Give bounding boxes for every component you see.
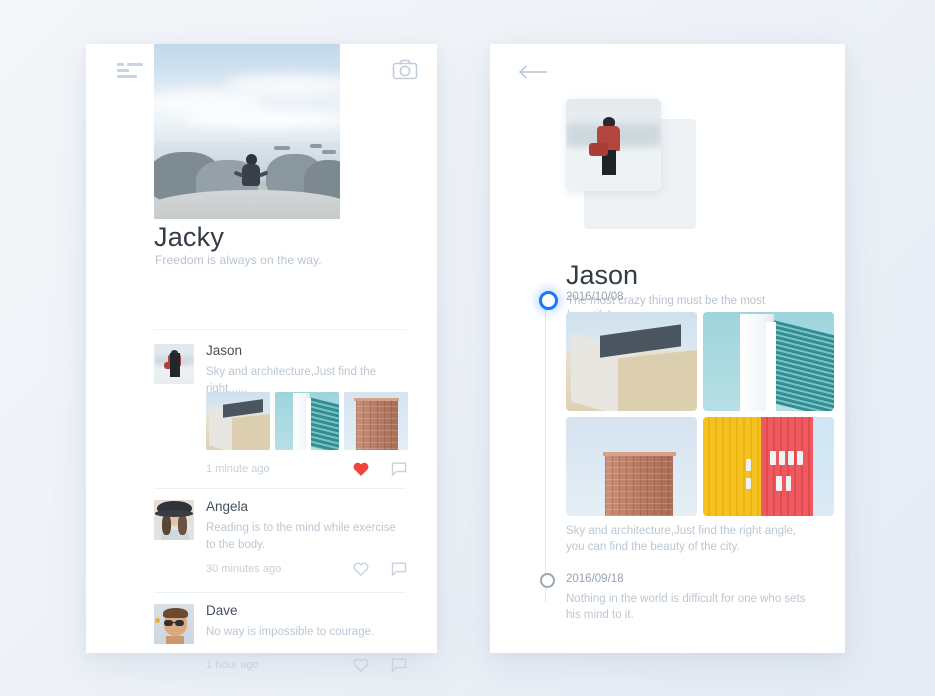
list-item-name: Dave <box>206 603 238 618</box>
avatar[interactable] <box>154 344 194 384</box>
comment-icon[interactable] <box>390 560 408 583</box>
avatar-stack <box>566 99 696 229</box>
photo-cell[interactable] <box>566 312 697 411</box>
list-item-name: Angela <box>206 499 249 514</box>
avatar[interactable] <box>154 604 194 644</box>
heart-icon[interactable] <box>352 560 370 583</box>
thumbnail-image[interactable] <box>206 392 270 450</box>
list-item-name: Jason <box>206 343 243 358</box>
hamburger-menu-icon[interactable] <box>117 59 143 81</box>
comment-icon[interactable] <box>390 656 408 679</box>
avatar[interactable] <box>566 99 661 191</box>
profile-feed-card: Jacky Freedom is always on the way. Jaso… <box>86 44 437 673</box>
timeline-text: Sky and architecture,Just find the right… <box>566 525 797 553</box>
thumbnail-row <box>206 392 408 450</box>
timeline-text: Nothing in the world is difficult for on… <box>566 593 806 621</box>
divider <box>154 592 406 593</box>
list-item-text: Reading is to the mind while exercise to… <box>206 522 396 551</box>
timeline-line <box>545 300 546 602</box>
timestamp: 30 minutes ago <box>206 563 282 575</box>
avatar[interactable] <box>154 500 194 540</box>
timeline-dot-inactive[interactable] <box>540 573 555 588</box>
timestamp: 1 hour ago <box>206 659 259 671</box>
heart-icon[interactable] <box>352 460 370 483</box>
timeline-dot-active[interactable] <box>539 291 558 310</box>
page-title: Jacky <box>154 222 225 252</box>
timeline-date: 2016/09/18 <box>566 573 624 585</box>
photo-grid <box>566 312 834 516</box>
divider <box>154 488 406 489</box>
back-arrow-icon[interactable] <box>518 62 548 82</box>
hero-image <box>154 44 340 219</box>
divider <box>154 329 406 330</box>
profile-motto: Freedom is always on the way. <box>155 253 322 267</box>
photo-cell[interactable] <box>566 417 697 516</box>
timeline-date: 2016/10/08 <box>566 291 624 303</box>
thumbnail-image[interactable] <box>275 392 339 450</box>
photo-cell[interactable] <box>703 417 834 516</box>
list-item-text: No way is impossible to courage. <box>206 626 375 638</box>
timestamp: 1 minute ago <box>206 463 270 475</box>
camera-icon[interactable] <box>391 58 419 82</box>
photo-cell[interactable] <box>703 312 834 411</box>
page-title: Jason <box>566 260 639 290</box>
comment-icon[interactable] <box>390 460 408 483</box>
heart-icon[interactable] <box>352 656 370 679</box>
thumbnail-image[interactable] <box>344 392 408 450</box>
